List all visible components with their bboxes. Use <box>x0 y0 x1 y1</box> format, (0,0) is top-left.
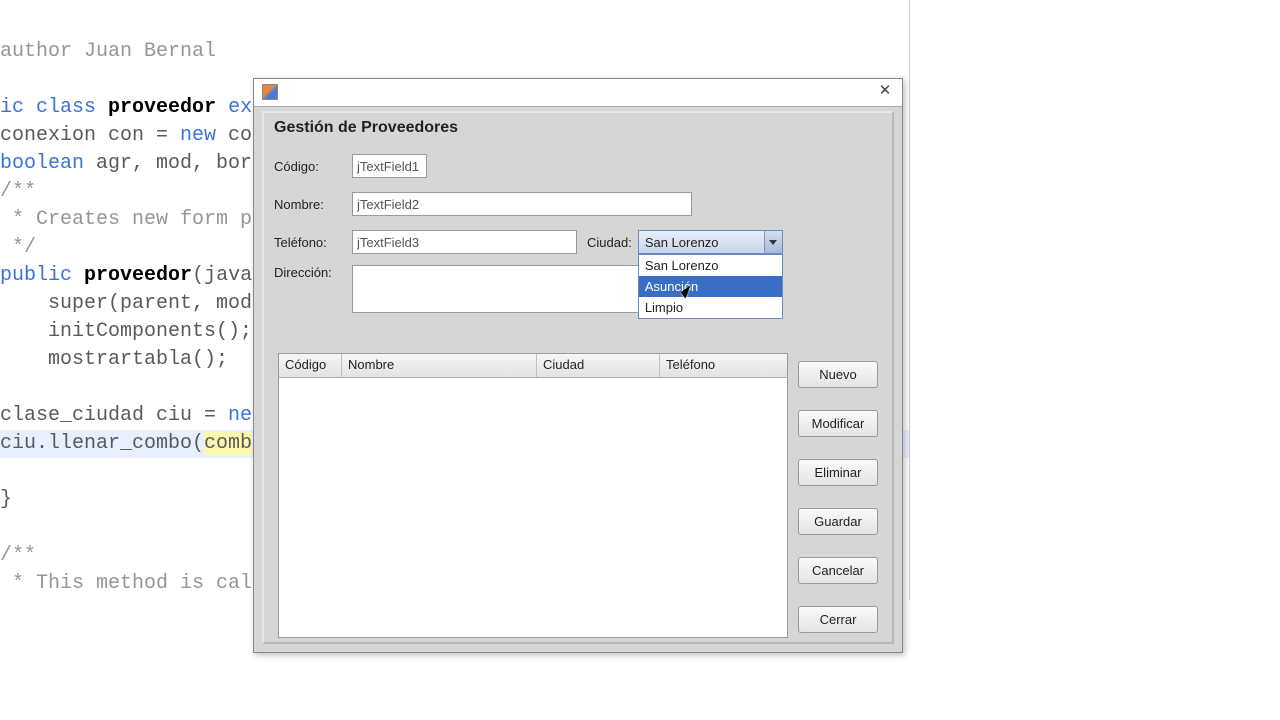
ciudad-selected: San Lorenzo <box>639 235 764 250</box>
eliminar-button[interactable]: Eliminar <box>798 459 878 486</box>
close-icon[interactable]: ✕ <box>874 82 896 102</box>
java-app-icon <box>262 84 278 100</box>
nombre-input[interactable] <box>352 192 692 216</box>
ciudad-option-0[interactable]: San Lorenzo <box>639 255 782 276</box>
col-codigo[interactable]: Código <box>279 354 342 377</box>
titlebar[interactable]: ✕ <box>254 79 902 107</box>
dialog-window: ✕ Gestión de Proveedores Código: Nombre:… <box>253 78 903 653</box>
cancelar-button[interactable]: Cancelar <box>798 557 878 584</box>
codigo-input[interactable] <box>352 154 427 178</box>
table-body[interactable] <box>279 378 787 637</box>
col-telefono[interactable]: Teléfono <box>660 354 787 377</box>
modificar-button[interactable]: Modificar <box>798 410 878 437</box>
label-direccion: Dirección: <box>274 265 352 280</box>
ciudad-option-2[interactable]: Limpio <box>639 297 782 318</box>
label-nombre: Nombre: <box>274 197 352 212</box>
nuevo-button[interactable]: Nuevo <box>798 361 878 388</box>
label-ciudad: Ciudad: <box>587 235 632 250</box>
dialog-body: Gestión de Proveedores Código: Nombre: T… <box>262 111 894 644</box>
col-nombre[interactable]: Nombre <box>342 354 537 377</box>
guardar-button[interactable]: Guardar <box>798 508 878 535</box>
cerrar-button[interactable]: Cerrar <box>798 606 878 633</box>
label-codigo: Código: <box>274 159 352 174</box>
table-header: Código Nombre Ciudad Teléfono <box>279 354 787 378</box>
table-area: Código Nombre Ciudad Teléfono <box>278 353 788 638</box>
dialog-title: Gestión de Proveedores <box>264 113 892 147</box>
chevron-down-icon[interactable] <box>764 231 782 253</box>
col-ciudad[interactable]: Ciudad <box>537 354 660 377</box>
ciudad-combobox[interactable]: San Lorenzo San Lorenzo Asunción Limpio <box>638 230 783 254</box>
button-column: Nuevo Modificar Eliminar Guardar Cancela… <box>798 361 878 633</box>
ciudad-option-1[interactable]: Asunción <box>639 276 782 297</box>
telefono-input[interactable] <box>352 230 577 254</box>
label-telefono: Teléfono: <box>274 235 352 250</box>
ciudad-dropdown: San Lorenzo Asunción Limpio <box>638 254 783 319</box>
proveedores-table[interactable]: Código Nombre Ciudad Teléfono <box>278 353 788 638</box>
